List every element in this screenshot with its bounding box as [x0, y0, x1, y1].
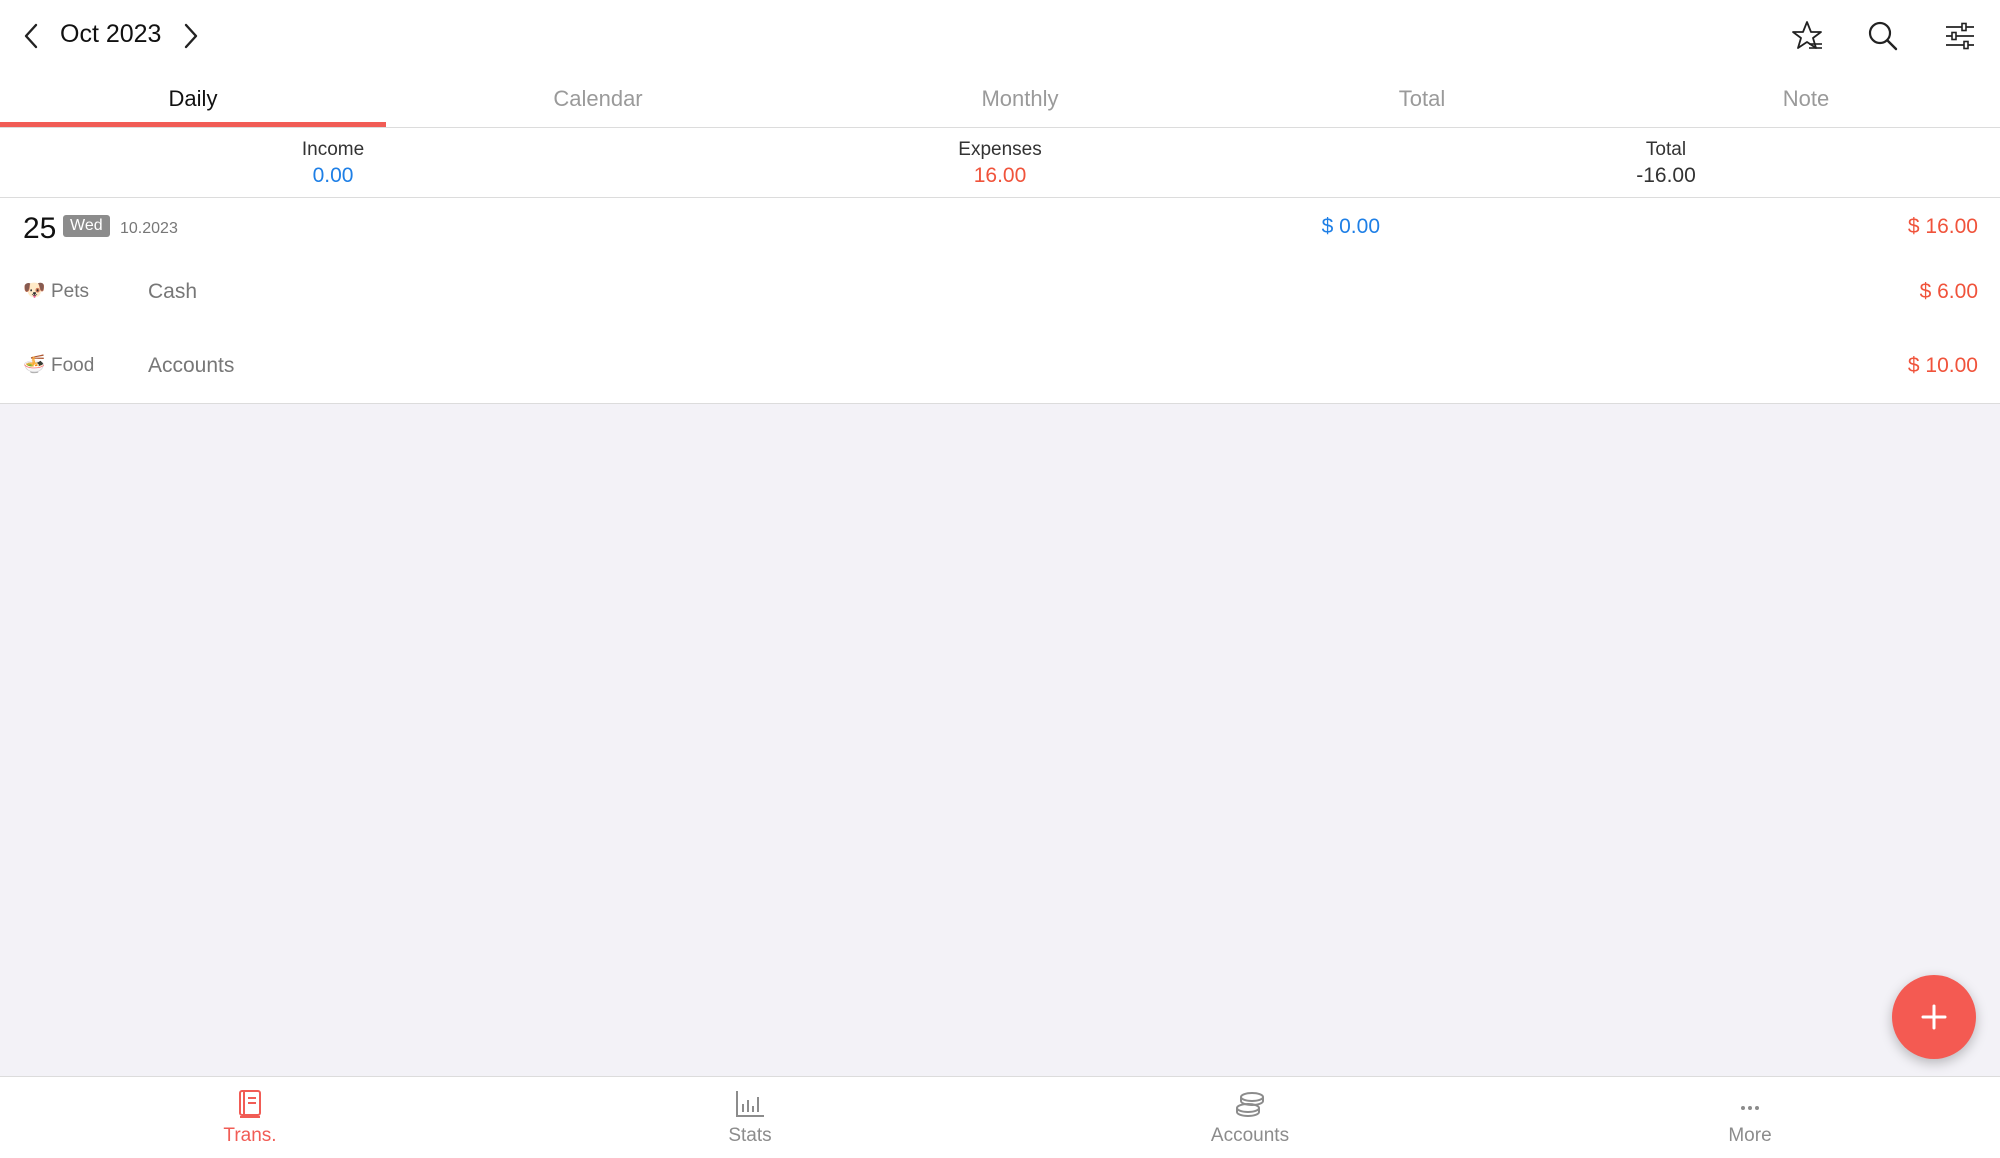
expenses-summary: Expenses 16.00: [850, 138, 1150, 190]
transaction-row[interactable]: 🍜 Food Accounts $ 10.00: [0, 332, 2000, 406]
day-expense: $ 16.00: [1907, 215, 1978, 238]
total-summary: Total -16.00: [1516, 138, 1816, 190]
more-dots-icon: [1741, 1106, 1759, 1110]
nav-trans-label: Trans.: [223, 1125, 277, 1146]
app-header: Oct 2023: [0, 0, 2000, 70]
transaction-category: Food: [51, 355, 95, 376]
nav-stats[interactable]: Stats: [500, 1077, 1000, 1158]
day-month-year: 10.2023: [120, 220, 178, 237]
next-month-button[interactable]: [176, 19, 206, 53]
nav-accounts-label: Accounts: [1210, 1125, 1290, 1146]
prev-month-button[interactable]: [16, 19, 46, 53]
expenses-value: 16.00: [973, 164, 1027, 187]
day-header[interactable]: 25 Wed 10.2023 $ 0.00 $ 16.00: [0, 198, 2000, 258]
content-panel: Oct 2023 Daily Calendar Monthly Total No…: [0, 0, 2000, 404]
total-label: Total: [1645, 139, 1687, 160]
tab-daily[interactable]: Daily: [0, 70, 386, 128]
chevron-left-icon: [24, 23, 38, 49]
tab-calendar[interactable]: Calendar: [398, 70, 798, 128]
plus-icon: [1921, 1004, 1947, 1030]
bottom-navigation: Trans. Stats Accounts More: [0, 1076, 2000, 1158]
weekday-badge: Wed: [63, 215, 110, 237]
bookmark-button[interactable]: [1788, 17, 1826, 55]
bookmark-star-icon: [1792, 21, 1822, 49]
month-title: Oct 2023: [60, 20, 162, 48]
nav-accounts[interactable]: Accounts: [1000, 1077, 1500, 1158]
transaction-amount: $ 6.00: [1919, 280, 1978, 303]
tab-monthly[interactable]: Monthly: [820, 70, 1220, 128]
income-summary: Income 0.00: [183, 138, 483, 190]
nav-stats-label: Stats: [728, 1125, 772, 1146]
nav-trans[interactable]: Trans.: [0, 1077, 500, 1158]
chevron-right-icon: [184, 23, 198, 49]
day-number: 25: [23, 212, 57, 245]
transaction-amount: $ 10.00: [1907, 354, 1978, 377]
income-value: 0.00: [312, 164, 354, 187]
tab-total[interactable]: Total: [1222, 70, 1622, 128]
filter-button[interactable]: [1941, 17, 1979, 55]
add-transaction-button[interactable]: [1892, 975, 1976, 1059]
coins-icon: [1236, 1092, 1264, 1117]
filter-sliders-icon: [1946, 22, 1974, 50]
transaction-row[interactable]: 🐶 Pets Cash $ 6.00: [0, 258, 2000, 332]
tab-note[interactable]: Note: [1606, 70, 2000, 128]
nav-more-label: More: [1728, 1125, 1772, 1146]
transaction-account: Accounts: [148, 354, 235, 377]
view-tabs: Daily Calendar Monthly Total Note: [0, 70, 2000, 128]
search-button[interactable]: [1864, 17, 1902, 55]
pets-icon: 🐶: [23, 280, 46, 300]
transaction-category: Pets: [51, 281, 90, 302]
bar-chart-icon: [736, 1091, 764, 1117]
transaction-account: Cash: [148, 280, 198, 303]
search-icon: [1868, 21, 1898, 51]
food-icon: 🍜: [23, 354, 46, 374]
nav-more[interactable]: More: [1500, 1077, 2000, 1158]
expenses-label: Expenses: [958, 139, 1042, 160]
period-summary: Income 0.00 Expenses 16.00 Total -16.00: [0, 128, 2000, 198]
active-tab-indicator: [0, 122, 386, 127]
day-income: $ 0.00: [1321, 215, 1380, 238]
total-value: -16.00: [1636, 164, 1696, 187]
income-label: Income: [301, 139, 365, 160]
book-icon: [239, 1090, 261, 1118]
